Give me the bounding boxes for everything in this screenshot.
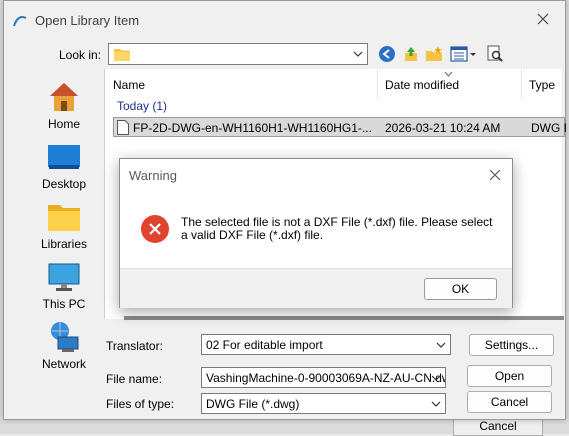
place-libraries[interactable]: Libraries [28,197,100,255]
group-header-today[interactable]: Today (1) [117,99,167,113]
settings-button[interactable]: Settings... [469,334,554,356]
chevron-down-icon [431,401,441,407]
chevron-down-icon [353,51,363,57]
file-name-field[interactable]: VashingMachine-0-90003069A-NZ-AU-CN.dwg [201,367,446,388]
warning-footer: OK [120,268,512,308]
file-name-label: File name: [106,372,163,386]
horizontal-scrollbar[interactable] [124,316,564,320]
warning-message: The selected file is not a DXF File (*.d… [181,215,493,242]
column-header-name[interactable]: Name [113,69,145,95]
warning-dialog: Warning The selected file is not a DXF F… [119,158,513,308]
up-folder-icon[interactable] [402,45,420,63]
dialog-titlebar: Open Library Item [4,1,565,39]
chevron-down-icon [431,375,441,381]
file-icon [117,120,129,135]
place-network[interactable]: Network [28,317,100,375]
close-icon[interactable] [488,168,502,182]
table-row[interactable]: FP-2D-DWG-en-WH1160H1-WH1160HG1-... 2026… [113,117,567,137]
place-desktop[interactable]: Desktop [28,137,100,195]
error-icon [141,215,169,243]
chevron-down-icon [436,342,446,348]
back-icon[interactable] [378,45,396,63]
file-type-combo[interactable]: DWG File (*.dwg) [201,393,446,414]
this-pc-icon [48,263,80,291]
sort-chevron-icon [444,71,453,77]
file-name: FP-2D-DWG-en-WH1160H1-WH1160HG1-... [133,121,372,135]
desktop-icon [48,145,80,169]
cancel-button[interactable]: Cancel [467,391,552,413]
folder-icon [114,49,130,61]
place-this-pc[interactable]: This PC [28,257,100,315]
close-icon[interactable] [535,11,551,27]
warning-title: Warning [129,168,177,183]
app-logo-icon [13,16,27,27]
column-separator [521,69,522,99]
dialog-title: Open Library Item [35,13,140,28]
open-button[interactable]: Open [467,365,552,387]
libraries-icon [48,205,80,231]
column-header-type[interactable]: Type [529,69,555,95]
look-in-combo[interactable] [108,43,368,65]
translator-combo[interactable]: 02 For editable import [201,334,451,355]
file-type: DWG I [531,121,567,135]
file-type-label: Files of type: [106,397,175,411]
ok-button[interactable]: OK [424,278,497,300]
view-menu-icon[interactable] [450,45,476,63]
places-bar: Home Desktop Libraries This PC Network [28,69,100,381]
translator-label: Translator: [106,339,163,353]
new-folder-icon[interactable] [425,45,443,63]
preview-icon[interactable] [486,45,504,63]
place-home[interactable]: Home [28,77,100,135]
home-icon [50,83,78,111]
look-in-label: Look in: [59,48,102,62]
network-icon [51,322,79,352]
file-date: 2026-03-21 10:24 AM [385,121,501,135]
column-separator [377,69,378,99]
